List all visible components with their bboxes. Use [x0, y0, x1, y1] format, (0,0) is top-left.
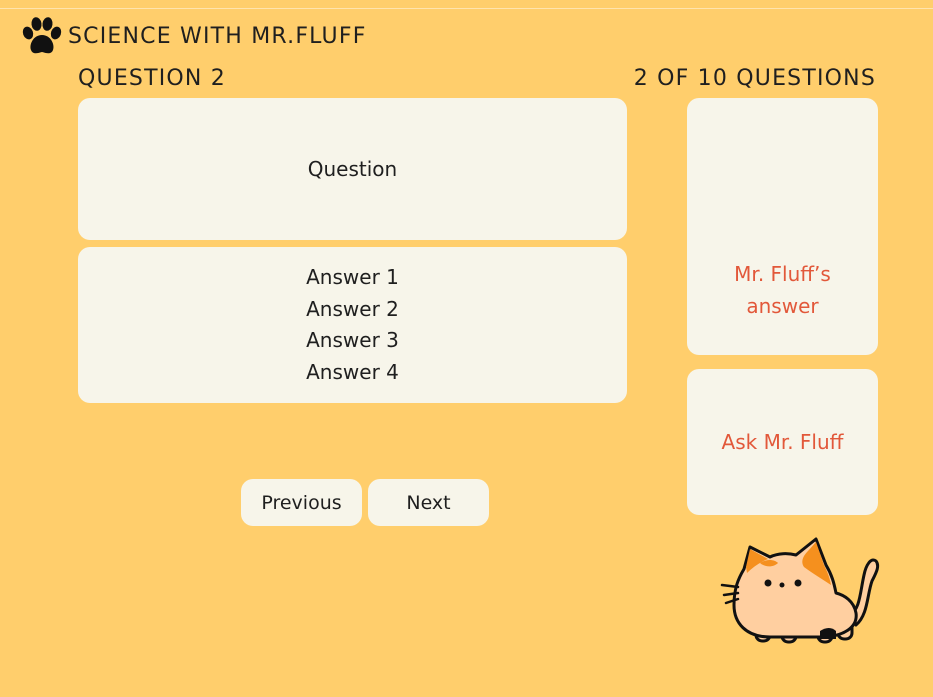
ask-mr-fluff-label: Ask Mr. Fluff	[721, 430, 844, 454]
ask-mr-fluff-button[interactable]: Ask Mr. Fluff	[687, 369, 878, 515]
question-progress-label: 2 OF 10 QUESTIONS	[633, 66, 876, 91]
answers-card: Answer 1 Answer 2 Answer 3 Answer 4	[78, 247, 627, 403]
top-divider	[0, 8, 933, 9]
answer-option-4[interactable]: Answer 4	[306, 360, 399, 386]
answer-option-1[interactable]: Answer 1	[306, 265, 399, 291]
next-button[interactable]: Next	[368, 479, 489, 526]
question-number-label: QUESTION 2	[78, 66, 226, 91]
answer-option-3[interactable]: Answer 3	[306, 328, 399, 354]
answer-option-2[interactable]: Answer 2	[306, 297, 399, 323]
app-title: SCIENCE WITH MR.FLUFF	[68, 23, 367, 49]
fluff-answer-card: Mr. Fluff’s answer	[687, 98, 878, 355]
paw-icon	[22, 17, 62, 54]
question-card: Question	[78, 98, 627, 240]
question-text: Question	[307, 157, 398, 181]
app-header: SCIENCE WITH MR.FLUFF	[20, 14, 367, 58]
cat-mascot-icon	[720, 537, 880, 644]
previous-button[interactable]: Previous	[241, 479, 362, 526]
fluff-answer-text: Mr. Fluff’s answer	[734, 262, 831, 318]
